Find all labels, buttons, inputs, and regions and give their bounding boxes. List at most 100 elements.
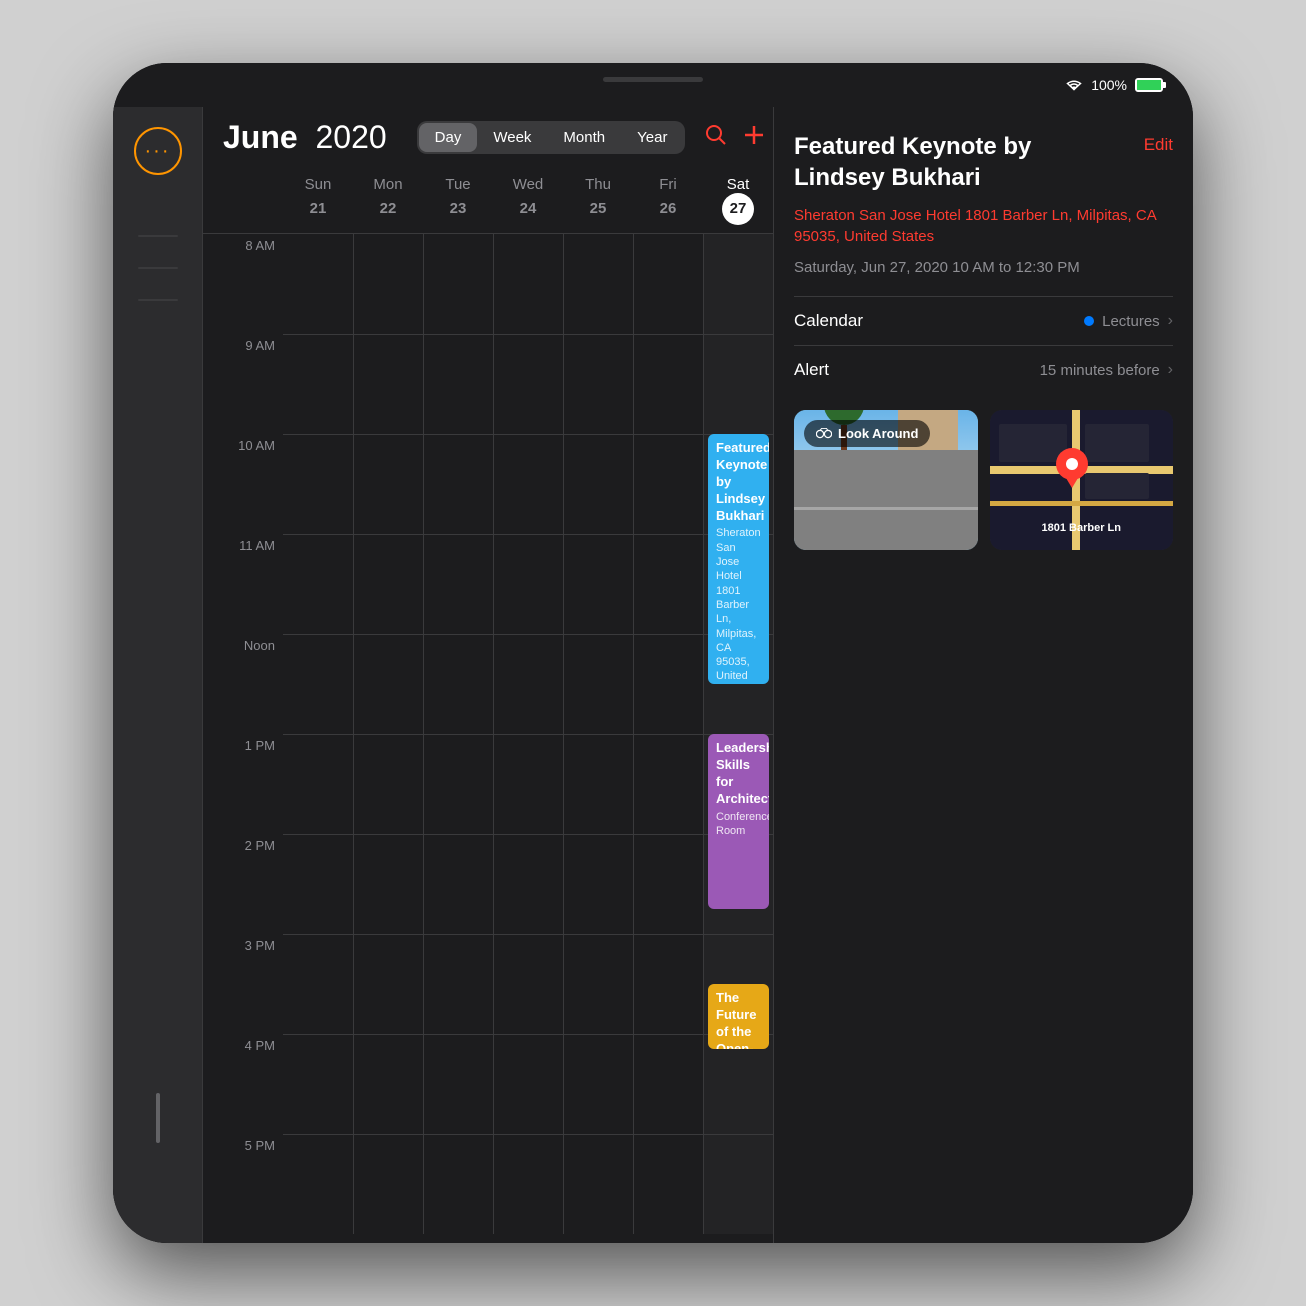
alert-value: 15 minutes before [1040,362,1160,379]
detail-calendar-row[interactable]: Calendar Lectures › [794,296,1173,345]
month-label: June [223,119,298,155]
hour-line [634,734,703,735]
hour-line [354,1134,423,1135]
hour-line [283,634,353,635]
time-11am: 11 AM [203,534,283,634]
calendar-area: June 2020 Day Week Month Year [203,107,773,1243]
day-col-sat: Featured Keynote by Lindsey Bukhari Sher… [703,234,773,1234]
event-future-office[interactable]: The Future of the Open-Plan Office Meeti… [708,984,769,1049]
hour-line [354,634,423,635]
day-name-mon: Mon [353,176,423,193]
event-keynote[interactable]: Featured Keynote by Lindsey Bukhari Sher… [708,434,769,684]
binoculars-icon [816,428,832,440]
hour-line [283,434,353,435]
year-label: 2020 [315,119,386,155]
map-view-thumbnail[interactable]: 1801 Barber Ln [990,410,1174,550]
hour-line [704,334,773,335]
day-header-sat[interactable]: Sat 27 [703,176,773,225]
sidebar-avatar[interactable]: ··· [134,127,182,175]
hour-line [634,334,703,335]
day-headers: Sun 21 Mon 22 Tue 23 Wed [203,168,773,234]
time-noon: Noon [203,634,283,734]
sidebar-dots-icon: ··· [145,140,171,163]
hour-line [283,934,353,935]
hour-line [494,534,563,535]
map-thumbnails: Look Around [794,410,1173,550]
hour-line [494,834,563,835]
hour-line [564,1134,633,1135]
hour-line [424,834,493,835]
detail-alert-row[interactable]: Alert 15 minutes before › [794,345,1173,394]
event-leadership[interactable]: Leadership Skills for Architects Confere… [708,734,769,909]
street-ground [794,450,978,550]
hour-line [424,734,493,735]
day-header-thu[interactable]: Thu 25 [563,176,633,225]
sidebar-line-2 [138,267,178,269]
notch-pill [603,77,703,82]
hour-line [704,1134,773,1135]
day-name-wed: Wed [493,176,563,193]
hour-line [283,334,353,335]
view-day-button[interactable]: Day [419,123,478,152]
detail-panel: Featured Keynote by Lindsey Bukhari Edit… [773,107,1193,1243]
hour-line [564,434,633,435]
grid-body: 8 AM 9 AM 10 AM 11 AM Noon 1 PM 2 PM 3 P… [203,234,773,1243]
sidebar-scroll-indicator [156,1093,160,1143]
hour-line [354,334,423,335]
hour-line [494,734,563,735]
view-month-button[interactable]: Month [547,123,621,152]
day-name-fri: Fri [633,176,703,193]
hour-line [354,734,423,735]
event-future-office-title: The Future of the Open-Plan Office [716,990,761,1049]
day-num-mon: 22 [372,193,404,225]
time-4pm: 4 PM [203,1034,283,1134]
look-around-overlay: Look Around [804,420,930,447]
hour-line [283,834,353,835]
day-num-thu: 25 [582,193,614,225]
wifi-icon [1065,78,1083,92]
calendar-header: June 2020 Day Week Month Year [203,107,773,168]
edit-button[interactable]: Edit [1144,135,1173,155]
day-name-sun: Sun [283,176,353,193]
detail-address[interactable]: Sheraton San Jose Hotel 1801 Barber Ln, … [794,205,1173,247]
day-header-tue[interactable]: Tue 23 [423,176,493,225]
search-icon [705,124,727,146]
hour-line [283,534,353,535]
look-around-label: Look Around [838,426,918,441]
road-marking [794,507,978,510]
days-columns: Featured Keynote by Lindsey Bukhari Sher… [283,234,773,1243]
day-header-fri[interactable]: Fri 26 [633,176,703,225]
event-keynote-location: Sheraton San Jose Hotel 1801 Barber Ln, … [716,526,761,684]
ipad-screen: 100% ··· [113,63,1193,1243]
view-week-button[interactable]: Week [477,123,547,152]
day-name-sat: Sat [703,176,773,193]
plus-icon [743,124,765,146]
day-num-sat: 27 [722,193,754,225]
hour-line [564,1034,633,1035]
calendar-label: Calendar [794,311,863,331]
view-year-button[interactable]: Year [621,123,683,152]
calendar-chevron-icon: › [1168,312,1173,330]
day-header-wed[interactable]: Wed 24 [493,176,563,225]
look-around-thumbnail[interactable]: Look Around [794,410,978,550]
day-header-sun[interactable]: Sun 21 [283,176,353,225]
calendar-value: Lectures [1102,313,1160,330]
add-event-button[interactable] [743,124,765,152]
calendar-color-dot [1084,316,1094,326]
hour-line [424,634,493,635]
hour-line [354,834,423,835]
time-3pm: 3 PM [203,934,283,1034]
day-col-thu [563,234,633,1234]
hour-line [494,1134,563,1135]
day-col-mon [353,234,423,1234]
day-header-mon[interactable]: Mon 22 [353,176,423,225]
hour-line [704,934,773,935]
day-header-spacer [203,176,283,225]
map-block-2 [1085,473,1149,498]
hour-line [564,334,633,335]
calendar-value-group[interactable]: Lectures › [1084,312,1173,330]
hour-line [634,434,703,435]
alert-chevron-icon: › [1168,361,1173,379]
alert-value-group[interactable]: 15 minutes before › [1040,361,1173,379]
search-button[interactable] [705,124,727,152]
